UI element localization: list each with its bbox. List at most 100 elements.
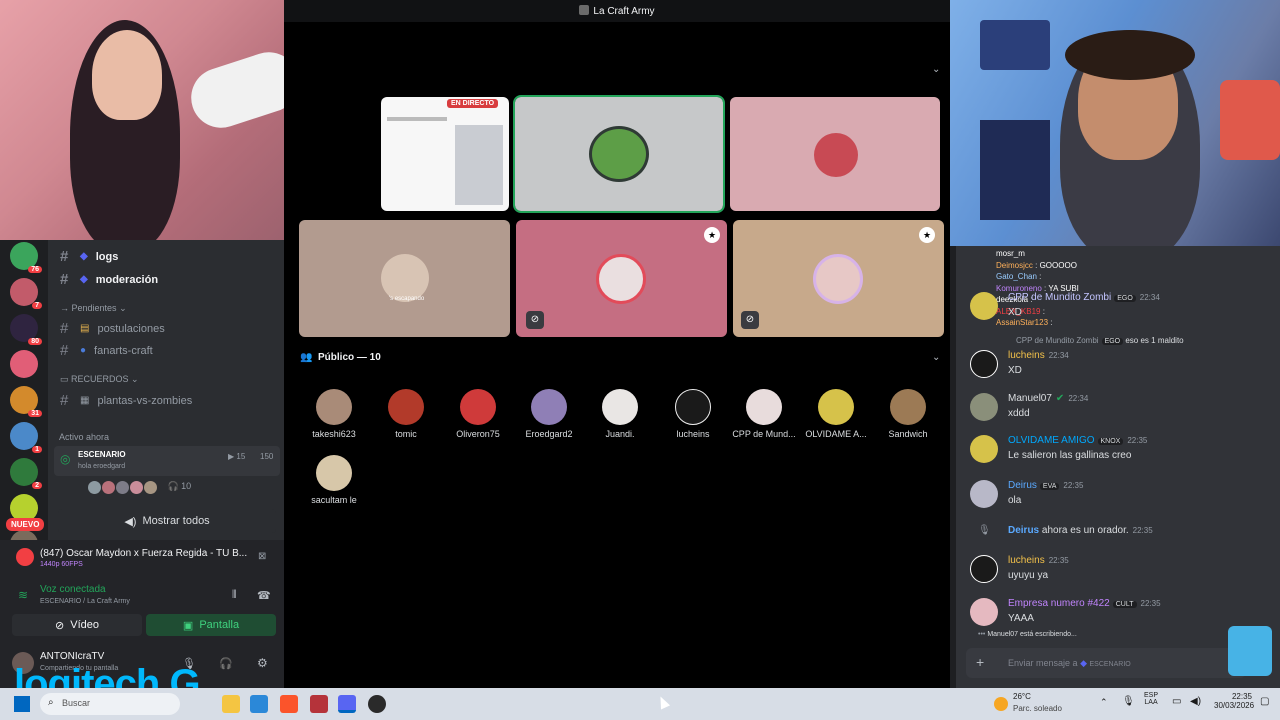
screen-share-tile[interactable]: EN DIRECTO [381,97,509,211]
stage-subtitle: hola eroedgard [78,463,126,470]
audience-count: 🎧 10 [167,481,192,491]
category-pending[interactable]: → Pendientes ⌄ [60,303,127,314]
video-button[interactable]: ⊘ Vídeo [12,614,142,636]
windows-start-icon[interactable] [14,696,30,712]
scroll-icon: ▤ [80,323,90,334]
audience-member[interactable]: tomic [372,389,440,439]
discord-icon[interactable] [338,695,356,713]
stage-name: ESCENARIO [78,450,126,459]
brave-icon[interactable] [280,695,298,713]
category-memories[interactable]: ▭ RECUERDOS ⌄ [60,374,139,385]
server-icon[interactable]: 76 [10,242,42,273]
hash-icon: # [60,392,69,409]
avatar [746,389,782,425]
app-icon[interactable] [310,695,328,713]
screen-share-button[interactable]: ▣ Pantalla [146,614,276,636]
moderator-icon: ★ [919,227,935,243]
settings-gear-icon[interactable]: ⚙ [257,656,268,670]
stage-view: La Craft Army ⌄ EN DIRECTO 's escapando … [284,0,950,688]
search-box[interactable]: ⌕ Buscar [40,693,180,715]
notification-icon[interactable]: ▢ [1260,696,1269,707]
server-icon[interactable]: 7 [10,278,42,309]
audience-member[interactable]: Juandi. [586,389,654,439]
people-icon: 👥 [300,352,313,363]
file-explorer-icon[interactable] [222,695,240,713]
mention-badge: 7 [32,302,42,309]
camera-off-icon: ⊘ [55,619,65,632]
audience-member[interactable]: Eroedgard2 [515,389,583,439]
headset-icon[interactable]: 🎧 [219,657,233,670]
speaker-tile[interactable]: ★ ⊘ [516,220,727,337]
obs-icon[interactable] [368,695,386,713]
mention-badge: 31 [28,410,42,417]
collapse-chevron-icon[interactable]: ⌄ [932,64,940,75]
avatar [970,393,998,421]
audience-header: 👥 Público — 10 [300,352,381,363]
channel-postulaciones[interactable]: # ▤ postulaciones [60,320,165,337]
avatar [970,555,998,583]
avatar [460,389,496,425]
user-name: ANTONIcraTV [40,651,105,662]
message-input[interactable]: + Enviar mensaje a ◆ ESCENARIO [966,648,1246,678]
stream-quality: 1440p 60FPS [40,561,83,568]
chat-message[interactable]: CPP de Mundito Zombi EGO 22:34 XD [970,292,1270,322]
audience-member[interactable]: Sandwich [874,389,942,439]
stage-icon: ◎ [60,452,71,466]
speaker-tile[interactable] [513,95,725,213]
audience-member[interactable]: lucheins [659,389,727,439]
avatar [316,389,352,425]
speaker-tile[interactable] [730,97,940,211]
server-icon[interactable]: 1 [10,422,42,453]
mention-badge: 76 [28,266,42,273]
audience-member[interactable]: sacultam le [300,455,368,505]
channel-plantas-vs-zombies[interactable]: # ▦ plantas-vs-zombies [60,392,192,409]
screen-icon: ▣ [182,619,194,632]
language-indicator[interactable]: ESP LAA [1144,692,1158,706]
server-icon[interactable]: 2 [10,458,42,489]
network-icon[interactable]: ▭ [1172,696,1181,707]
store-icon[interactable] [250,695,268,713]
close-stream-icon[interactable]: ⊠ [258,551,266,562]
circle-icon: ● [80,345,87,356]
disconnect-icon[interactable]: ☎ [257,589,271,602]
audience-member[interactable]: takeshi623 [300,389,368,439]
weather-sun-icon [994,697,1008,711]
chat-panel: mosr_m Deimosjcc : GOOOOO Gato_Chan : Ko… [956,246,1280,688]
channel-fanarts-craft[interactable]: # ● fanarts-craft [60,342,153,359]
noise-icon[interactable]: ⫴ [232,589,237,602]
server-icon[interactable] [10,350,38,378]
audience-member[interactable]: Oliveron75 [444,389,512,439]
audience-member[interactable]: OLVIDAME A... [802,389,870,439]
avatar [818,389,854,425]
server-icon[interactable]: 80 [10,314,42,345]
emoji-icon: ◆ [80,274,88,285]
avatar [970,598,998,626]
speaker-tile[interactable]: 's escapando [299,220,510,337]
video-count: ▶ 15 [228,452,246,461]
volume-icon[interactable]: ◀) [1190,696,1201,707]
avatar [388,389,424,425]
server-icon[interactable]: 31 [10,386,42,417]
avatar [675,389,711,425]
voice-status: Voz conectada [40,584,106,595]
search-icon: ⌕ [48,697,54,708]
avatar [970,292,998,320]
channel-moderacion[interactable]: # ◆ moderación [60,271,158,288]
speaker-label: 's escapando [389,296,425,302]
hash-icon: # [60,320,69,337]
typing-indicator: ••• Manuel07 está escribiendo... [978,631,1077,638]
audience-collapse-icon[interactable]: ⌄ [932,352,940,363]
tray-chevron-icon[interactable]: ⌃ [1100,697,1108,708]
mic-muted-icon: ⊘ [741,311,759,329]
add-attachment-icon: + [976,654,985,670]
channel-logs[interactable]: # ◆ logs [60,248,118,265]
emoji-icon: ◆ [80,251,88,262]
hash-icon: # [60,271,69,288]
stage-channel-item[interactable]: ◎ ESCENARIO hola eroedgard ▶ 15 150 [54,446,280,476]
speaker-avatar [814,133,858,177]
mic-tray-icon[interactable]: 🎙 [1122,696,1135,707]
speaker-tile[interactable]: ★ ⊘ [733,220,944,337]
show-all-button[interactable]: ◀) Mostrar todos [58,509,276,533]
audience-member[interactable]: CPP de Mund... [730,389,798,439]
clock[interactable]: 22:35 30/03/2026 [1214,692,1254,710]
